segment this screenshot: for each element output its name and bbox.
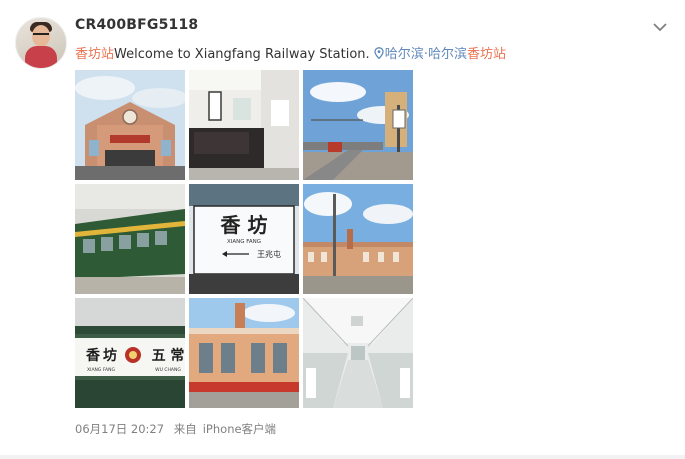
photo-grid: 香 坊 XIANG FANG 王兆屯 香 坊 五 常 XIANG FANG WU… (75, 70, 415, 410)
photo-waiting-room[interactable] (189, 70, 299, 180)
photo-train-plaque[interactable]: 香 坊 五 常 XIANG FANG WU CHANG (75, 298, 185, 408)
sign-pinyin: XIANG FANG (227, 239, 261, 245)
source-device[interactable]: iPhone客户端 (203, 422, 276, 436)
photo-train-interior[interactable] (303, 298, 413, 408)
plaque-char-right: 五 常 (152, 347, 185, 364)
photo-station-poles[interactable] (303, 184, 413, 294)
plaque-pinyin-right: WU CHANG (155, 367, 181, 373)
location-link[interactable]: 哈尔滨·哈尔滨香坊站 (374, 47, 506, 62)
sign-next-station: 王兆屯 (257, 249, 281, 259)
chevron-down-icon[interactable] (652, 20, 668, 34)
topic-link[interactable]: 香坊站 (75, 47, 114, 62)
sign-large-text: 香 坊 (221, 213, 268, 237)
username[interactable]: CR400BFG5118 (75, 17, 198, 33)
photo-platform-sign[interactable] (303, 70, 413, 180)
post-text: 香坊站Welcome to Xiangfang Railway Station.… (75, 43, 506, 62)
plaque-char-mid: 坊 (103, 347, 117, 364)
location-station: 香坊站 (466, 47, 506, 62)
avatar-shirt (25, 46, 57, 68)
location-pin-icon (374, 47, 384, 59)
post-meta: 06月17日 20:27 来自 iPhone客户端 (75, 421, 282, 437)
photo-green-train[interactable] (75, 184, 185, 294)
photo-station-facade[interactable] (75, 70, 185, 180)
photo-station-sign[interactable]: 香 坊 XIANG FANG 王兆屯 (189, 184, 299, 294)
post-body: Welcome to Xiangfang Railway Station. (114, 47, 370, 62)
photo-building-banner[interactable] (189, 298, 299, 408)
weibo-post-card: CR400BFG5118 香坊站Welcome to Xiangfang Rai… (0, 0, 685, 459)
plaque-pinyin-left: XIANG FANG (87, 367, 115, 373)
location-city: 哈尔滨 (384, 47, 424, 62)
avatar-glasses (33, 33, 49, 39)
location-city-2: 哈尔滨 (427, 47, 467, 62)
avatar[interactable] (15, 17, 67, 69)
post-timestamp[interactable]: 06月17日 20:27 (75, 422, 164, 436)
source-prefix: 来自 (173, 422, 197, 436)
plaque-char-left: 香 (85, 347, 101, 364)
card-divider (0, 455, 685, 459)
